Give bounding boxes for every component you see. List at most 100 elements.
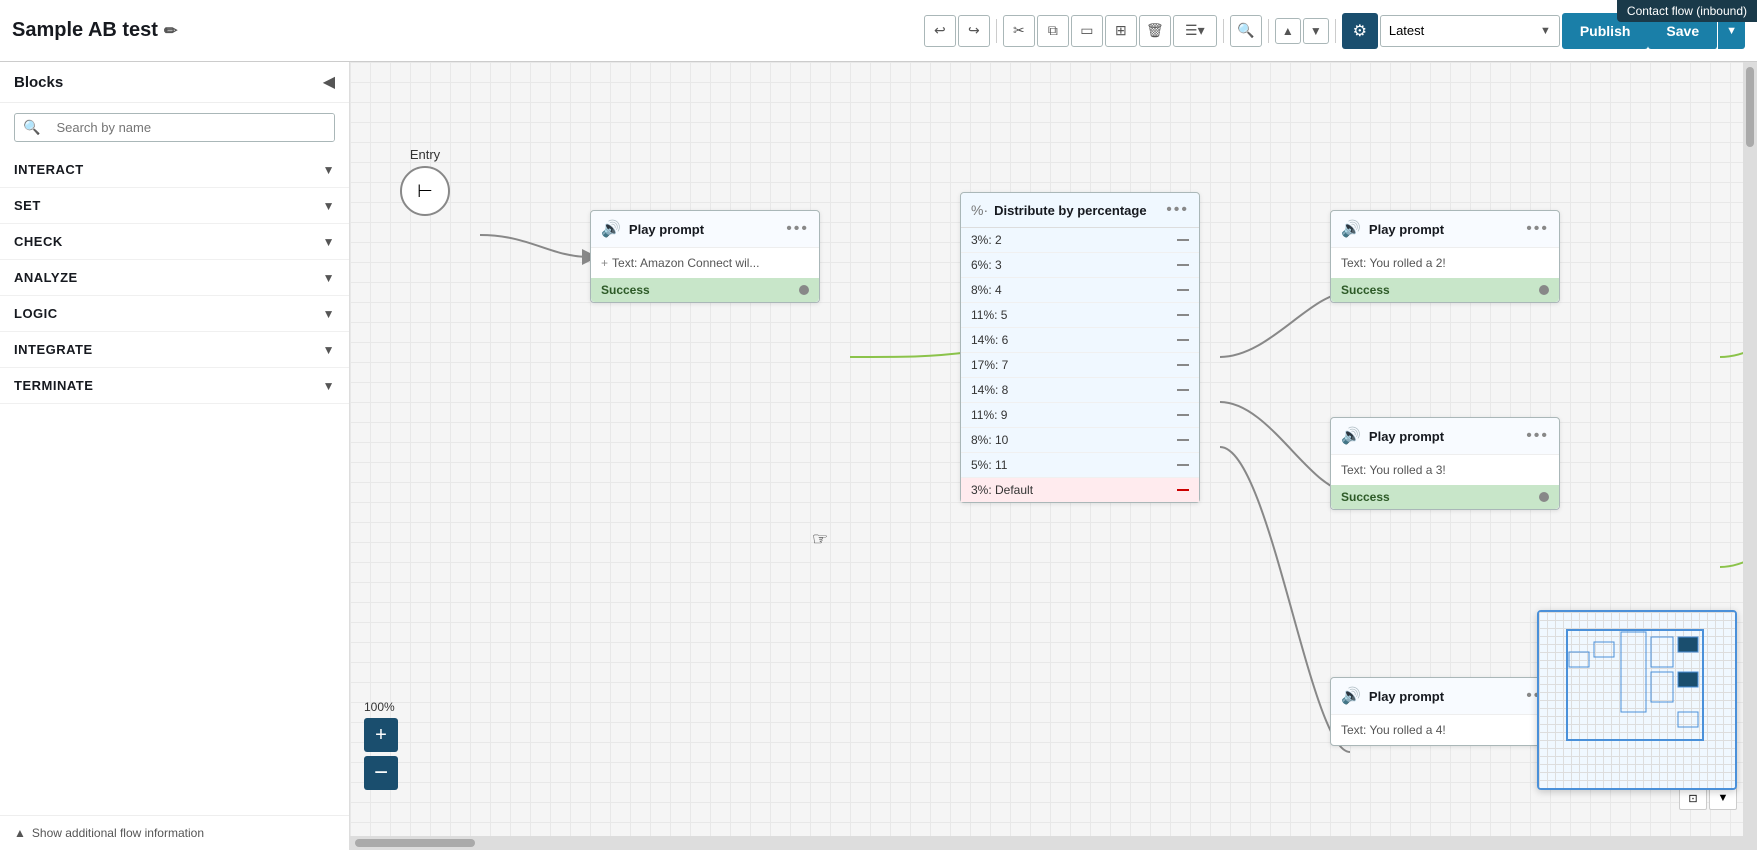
play-prompt-1-menu[interactable]: •••	[786, 220, 809, 238]
toolbar-divider-1	[996, 19, 997, 43]
play-prompt-2-text: Text: You rolled a 2!	[1341, 256, 1549, 270]
minimap-inner	[1539, 612, 1735, 788]
sidebar-item-check[interactable]: CHECK ▼	[0, 224, 349, 260]
dist-row-label-9: 5%: 11	[971, 458, 1007, 472]
play-prompt-3-menu[interactable]: •••	[1526, 427, 1549, 445]
row-connector-10	[1177, 489, 1189, 491]
row-connector-8	[1177, 439, 1189, 441]
version-text: Latest	[1389, 23, 1532, 38]
scrollbar-thumb-h	[355, 839, 475, 847]
sidebar-item-analyze[interactable]: ANALYZE ▼	[0, 260, 349, 296]
sidebar-item-label-terminate: TERMINATE	[14, 378, 93, 393]
copy-button[interactable]: ⧉	[1037, 15, 1069, 47]
play-prompt-4-title: Play prompt	[1369, 689, 1526, 704]
entry-circle: ⊢	[400, 166, 450, 216]
connector-dot-2	[1539, 285, 1549, 295]
canvas-area[interactable]: Entry ⊢ 🔊 Play prompt ••• + Text: Amazon…	[350, 62, 1757, 850]
zoom-out-button[interactable]: −	[364, 756, 398, 790]
distribute-menu[interactable]: •••	[1166, 201, 1189, 219]
canvas-cursor: ☞	[812, 529, 828, 550]
zoom-in-button[interactable]: +	[364, 718, 398, 752]
play-prompt-2-body-text: Text: You rolled a 2!	[1341, 256, 1446, 270]
row-connector-9	[1177, 464, 1189, 466]
distribute-row-7: 11%: 9	[961, 403, 1199, 428]
table-button[interactable]: ☰▾	[1173, 15, 1217, 47]
canvas-scrollbar-v[interactable]	[1743, 62, 1757, 836]
nav-down-button[interactable]: ▼	[1303, 18, 1329, 44]
undo-button[interactable]: ↩	[924, 15, 956, 47]
distribute-row-10: 3%: Default	[961, 478, 1199, 502]
sidebar-item-label-check: CHECK	[14, 234, 63, 249]
sidebar-item-integrate[interactable]: INTEGRATE ▼	[0, 332, 349, 368]
toolbar-divider-4	[1335, 19, 1336, 43]
play-prompt-4-text: Text: You rolled a 4!	[1341, 723, 1549, 737]
arrow-up-icon: ▲	[14, 826, 26, 840]
distribute-row-9: 5%: 11	[961, 453, 1199, 478]
sidebar-item-interact[interactable]: INTERACT ▼	[0, 152, 349, 188]
speaker-icon-4: 🔊	[1341, 686, 1361, 706]
cut-button[interactable]: ✂	[1003, 15, 1035, 47]
chevron-icon-terminate: ▼	[323, 379, 335, 393]
distribute-row-1: 6%: 3	[961, 253, 1199, 278]
success-label-1: Success	[601, 283, 650, 297]
entry-node: Entry ⊢	[400, 147, 450, 216]
play-prompt-4-header: 🔊 Play prompt •••	[1331, 678, 1559, 715]
play-prompt-4-node[interactable]: 🔊 Play prompt ••• Text: You rolled a 4!	[1330, 677, 1560, 746]
play-prompt-1-success: Success	[591, 278, 819, 302]
play-prompt-3-header: 🔊 Play prompt •••	[1331, 418, 1559, 455]
minimap-svg	[1539, 612, 1735, 788]
play-prompt-1-node[interactable]: 🔊 Play prompt ••• + Text: Amazon Connect…	[590, 210, 820, 303]
collapse-sidebar-button[interactable]: ◀	[323, 72, 335, 92]
header: Sample AB test ✏ ↩ ↪ ✂ ⧉ ▭ ⊞ 🗑 ☰▾ 🔍 ▲ ▼ …	[0, 0, 1757, 62]
distribute-row-4: 14%: 6	[961, 328, 1199, 353]
settings-button[interactable]: ⚙	[1342, 13, 1378, 49]
dist-row-label-0: 3%: 2	[971, 233, 1002, 247]
sidebar-item-label-logic: LOGIC	[14, 306, 58, 321]
chevron-icon-check: ▼	[323, 235, 335, 249]
search-button[interactable]: 🔍	[1230, 15, 1262, 47]
play-prompt-1-header: 🔊 Play prompt •••	[591, 211, 819, 248]
dropdown-arrow-icon: ▼	[1540, 25, 1551, 37]
flow-type-badge: Contact flow (inbound)	[1617, 0, 1757, 22]
sidebar-title: Blocks	[14, 74, 63, 91]
sidebar-item-terminate[interactable]: TERMINATE ▼	[0, 368, 349, 404]
play-prompt-2-title: Play prompt	[1369, 222, 1526, 237]
canvas-scrollbar-h[interactable]	[350, 836, 1757, 850]
sidebar-item-label-analyze: ANALYZE	[14, 270, 78, 285]
minimap	[1537, 610, 1737, 790]
distribute-node[interactable]: %· Distribute by percentage ••• 3%: 2 6%…	[960, 192, 1200, 503]
play-prompt-1-text: + Text: Amazon Connect wil...	[601, 256, 809, 270]
delete-button[interactable]: 🗑	[1139, 15, 1171, 47]
success-label-3: Success	[1341, 490, 1390, 504]
edit-icon[interactable]: ✏	[164, 21, 177, 41]
play-prompt-2-header: 🔊 Play prompt •••	[1331, 211, 1559, 248]
sidebar-item-set[interactable]: SET ▼	[0, 188, 349, 224]
speaker-icon-3: 🔊	[1341, 426, 1361, 446]
sidebar-item-logic[interactable]: LOGIC ▼	[0, 296, 349, 332]
play-prompt-4-body-text: Text: You rolled a 4!	[1341, 723, 1446, 737]
nav-up-button[interactable]: ▲	[1275, 18, 1301, 44]
play-prompt-2-menu[interactable]: •••	[1526, 220, 1549, 238]
play-prompt-2-node[interactable]: 🔊 Play prompt ••• Text: You rolled a 2! …	[1330, 210, 1560, 303]
grid-button[interactable]: ⊞	[1105, 15, 1137, 47]
play-prompt-3-title: Play prompt	[1369, 429, 1526, 444]
play-prompt-3-node[interactable]: 🔊 Play prompt ••• Text: You rolled a 3! …	[1330, 417, 1560, 510]
row-connector-2	[1177, 289, 1189, 291]
search-input[interactable]	[48, 114, 334, 141]
version-dropdown[interactable]: Latest ▼	[1380, 15, 1560, 47]
chevron-icon-integrate: ▼	[323, 343, 335, 357]
plus-icon-1: +	[601, 256, 608, 270]
redo-button[interactable]: ↪	[958, 15, 990, 47]
distribute-row-8: 8%: 10	[961, 428, 1199, 453]
dist-row-label-1: 6%: 3	[971, 258, 1002, 272]
row-connector-1	[1177, 264, 1189, 266]
play-prompt-3-success: Success	[1331, 485, 1559, 509]
dist-row-label-8: 8%: 10	[971, 433, 1008, 447]
play-prompt-1-body: + Text: Amazon Connect wil...	[591, 248, 819, 278]
chevron-icon-analyze: ▼	[323, 271, 335, 285]
success-label-2: Success	[1341, 283, 1390, 297]
connector-dot-1	[799, 285, 809, 295]
row-connector-3	[1177, 314, 1189, 316]
show-flow-info[interactable]: ▲ Show additional flow information	[0, 815, 349, 850]
frame-button[interactable]: ▭	[1071, 15, 1103, 47]
